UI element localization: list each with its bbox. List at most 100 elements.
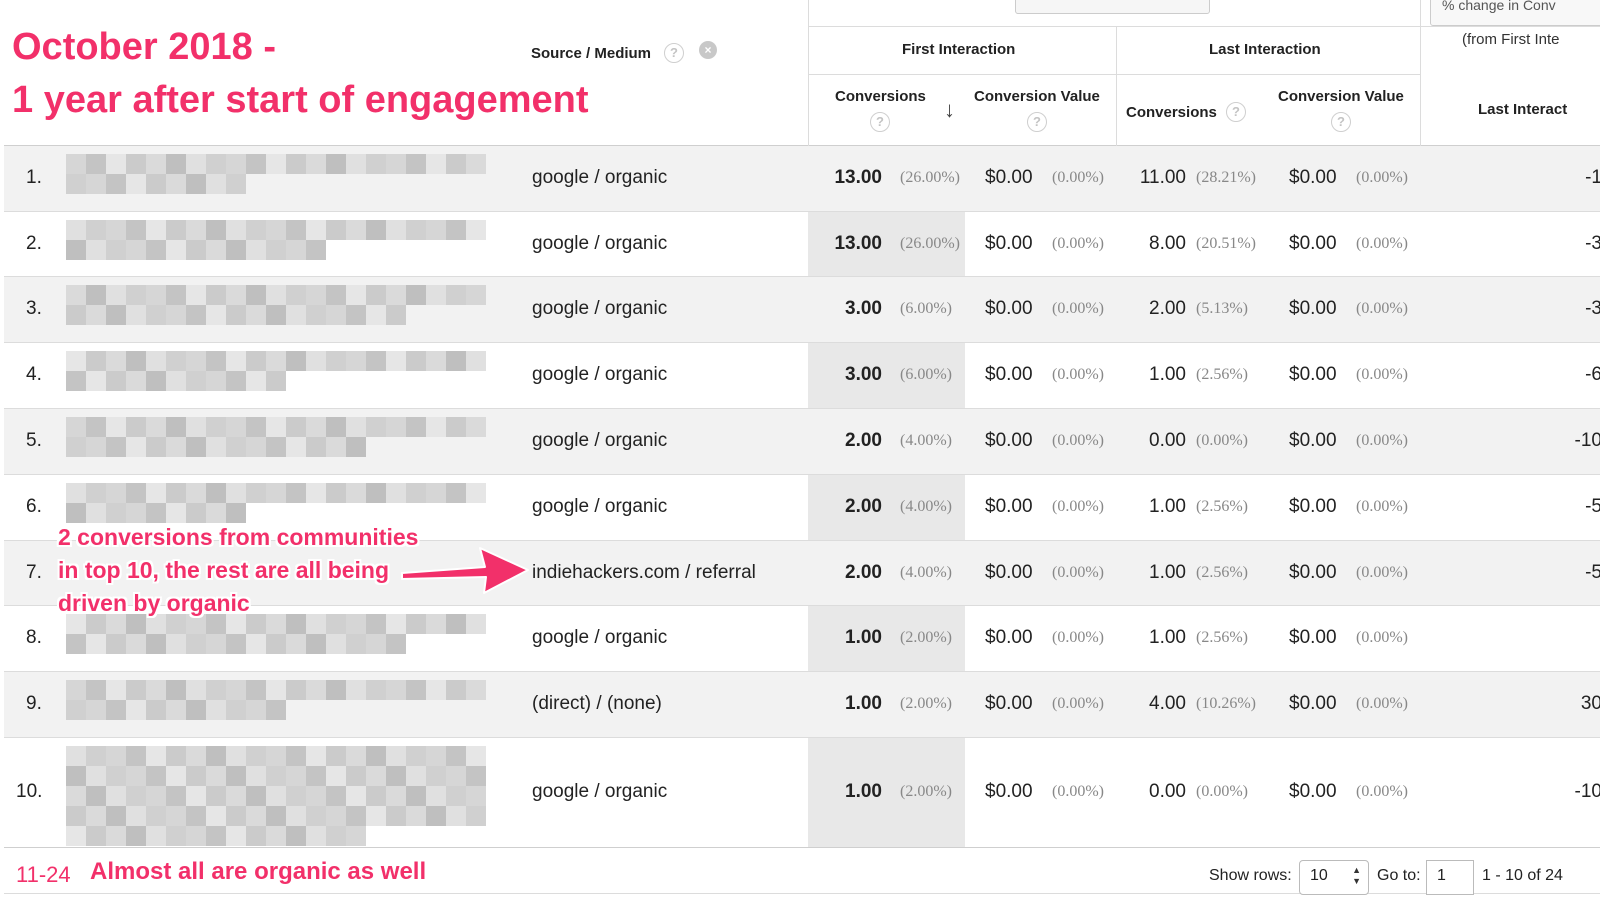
- source-medium-header[interactable]: Source / Medium: [531, 45, 651, 62]
- source-medium-cell[interactable]: google / organic: [532, 233, 667, 255]
- annotation-arrow: [401, 547, 529, 594]
- annotation-footer-note: Almost all are organic as well: [90, 858, 427, 885]
- select-arrows-icon: ▲ ▼: [1352, 865, 1361, 886]
- fi-value-cell: $0.00: [985, 233, 1033, 254]
- fi-conversion-value-header[interactable]: Conversion Value: [974, 88, 1100, 105]
- li-conversions-pct: (5.13%): [1196, 300, 1248, 317]
- li-conversions-cell: 11.00: [1139, 167, 1186, 188]
- fi-conversions-pct: (6.00%): [900, 366, 952, 383]
- fi-conversions-header[interactable]: Conversions: [835, 88, 926, 105]
- pct-change-cell: -3: [1585, 298, 1600, 319]
- table-row[interactable]: 2. google / organic 13.00 (26.00%) $0.00 (0.0…: [4, 212, 1600, 277]
- show-rows-select[interactable]: 10 ▲ ▼: [1299, 860, 1369, 895]
- pct-change-cell: 30: [1580, 693, 1600, 714]
- li-conversion-value-header[interactable]: Conversion Value: [1278, 88, 1404, 105]
- top-control-box[interactable]: [1015, 0, 1210, 14]
- help-icon[interactable]: ?: [870, 112, 890, 132]
- blurred-landing-page: [66, 154, 498, 212]
- pct-change-cell: -5: [1585, 496, 1600, 517]
- fi-conversions-pct: (26.00%): [900, 169, 960, 186]
- source-medium-cell[interactable]: google / organic: [532, 781, 667, 803]
- first-interaction-header: First Interaction: [902, 41, 1016, 58]
- pct-change-cell: -1: [1585, 167, 1600, 188]
- blurred-landing-page: [66, 746, 498, 848]
- sort-desc-icon[interactable]: ↓: [944, 97, 955, 123]
- li-conversions-cell: 1.00: [1149, 496, 1186, 517]
- pct-change-subheader: (from First Inte: [1462, 31, 1560, 48]
- last-interaction-header: Last Interaction: [1209, 41, 1321, 58]
- row-index: 2.: [26, 233, 42, 254]
- table-row[interactable]: 9. (direct) / (none) 1.00 (2.00%) $0.00 (0.00…: [4, 672, 1600, 738]
- table-row[interactable]: 5. google / organic 2.00 (4.00%) $0.00 (0.00%…: [4, 409, 1600, 475]
- li-conversions-pct: (0.00%): [1196, 783, 1248, 800]
- fi-conversions-pct: (4.00%): [900, 498, 952, 515]
- source-medium-cell[interactable]: google / organic: [532, 627, 667, 649]
- help-icon[interactable]: ?: [1226, 102, 1246, 122]
- fi-value-cell: $0.00: [985, 627, 1033, 648]
- fi-value-pct: (0.00%): [1052, 629, 1104, 646]
- remove-dimension-icon[interactable]: ×: [699, 41, 717, 59]
- pagination-range-label: 11-24: [16, 862, 71, 887]
- table-row[interactable]: 3. google / organic 3.00 (6.00%) $0.00 (0.00%…: [4, 277, 1600, 343]
- li-value-cell: $0.00: [1289, 430, 1337, 451]
- fi-conversions-cell: 2.00: [845, 496, 882, 517]
- li-conversions-pct: (28.21%): [1196, 169, 1256, 186]
- annotation-title-line2: 1 year after start of engagement: [12, 79, 589, 121]
- fi-value-cell: $0.00: [985, 364, 1033, 385]
- fi-value-cell: $0.00: [985, 167, 1033, 188]
- source-medium-cell[interactable]: indiehackers.com / referral: [532, 562, 756, 584]
- fi-value-cell: $0.00: [985, 496, 1033, 517]
- source-medium-cell[interactable]: (direct) / (none): [532, 693, 662, 715]
- source-medium-cell[interactable]: google / organic: [532, 167, 667, 189]
- fi-conversions-cell: 1.00: [845, 627, 882, 648]
- li-conversions-cell: 2.00: [1149, 298, 1186, 319]
- li-value-cell: $0.00: [1289, 562, 1337, 583]
- annotation-note-line1: 2 conversions from communities: [58, 524, 419, 550]
- goto-label: Go to:: [1377, 867, 1421, 884]
- li-value-cell: $0.00: [1289, 167, 1337, 188]
- blurred-landing-page: [66, 351, 498, 409]
- row-index: 9.: [26, 693, 42, 714]
- table-row[interactable]: 1. google / organic 13.00 (26.00%) $0.00 (0.0…: [4, 146, 1600, 212]
- li-conversions-pct: (0.00%): [1196, 432, 1248, 449]
- row-index: 6.: [26, 496, 42, 517]
- li-value-pct: (0.00%): [1356, 235, 1408, 252]
- pct-change-cell: -5: [1585, 562, 1600, 583]
- li-conversions-cell: 1.00: [1149, 627, 1186, 648]
- li-conversions-header[interactable]: Conversions: [1126, 104, 1217, 121]
- blurred-landing-page: [66, 285, 498, 343]
- fi-conversions-pct: (2.00%): [900, 695, 952, 712]
- pct-change-cell: -10: [1574, 781, 1600, 802]
- source-medium-cell[interactable]: google / organic: [532, 298, 667, 320]
- li-conversions-cell: 1.00: [1149, 562, 1186, 583]
- fi-conversions-cell: 1.00: [845, 781, 882, 802]
- help-icon[interactable]: ?: [1331, 112, 1351, 132]
- fi-conversions-pct: (2.00%): [900, 783, 952, 800]
- li-conversions-cell: 0.00: [1149, 781, 1186, 802]
- table-row[interactable]: 10. google / organic 1.00 (2.00%) $0.00 (0.00…: [4, 738, 1600, 848]
- fi-value-pct: (0.00%): [1052, 432, 1104, 449]
- table-row[interactable]: 4. google / organic 3.00 (6.00%) $0.00 (0.00%…: [4, 343, 1600, 409]
- li-conversions-pct: (2.56%): [1196, 629, 1248, 646]
- pct-change-cell: -3: [1585, 233, 1600, 254]
- li-conversions-cell: 1.00: [1149, 364, 1186, 385]
- help-icon[interactable]: ?: [1027, 112, 1047, 132]
- annotation-note-line2: in top 10, the rest are all being: [58, 557, 390, 583]
- fi-value-pct: (0.00%): [1052, 235, 1104, 252]
- source-medium-cell[interactable]: google / organic: [532, 496, 667, 518]
- source-medium-cell[interactable]: google / organic: [532, 430, 667, 452]
- fi-conversions-pct: (26.00%): [900, 235, 960, 252]
- help-icon[interactable]: ?: [664, 43, 684, 63]
- row-index: 3.: [26, 298, 42, 319]
- blurred-landing-page: [66, 614, 498, 672]
- li-value-pct: (0.00%): [1356, 432, 1408, 449]
- source-medium-cell[interactable]: google / organic: [532, 364, 667, 386]
- last-interact-header[interactable]: Last Interact: [1478, 101, 1567, 118]
- fi-value-pct: (0.00%): [1052, 300, 1104, 317]
- li-conversions-pct: (20.51%): [1196, 235, 1256, 252]
- goto-input[interactable]: 1: [1426, 860, 1474, 895]
- li-conversions-cell: 0.00: [1149, 430, 1186, 451]
- li-conversions-pct: (2.56%): [1196, 498, 1248, 515]
- li-value-pct: (0.00%): [1356, 783, 1408, 800]
- fi-conversions-cell: 3.00: [845, 298, 882, 319]
